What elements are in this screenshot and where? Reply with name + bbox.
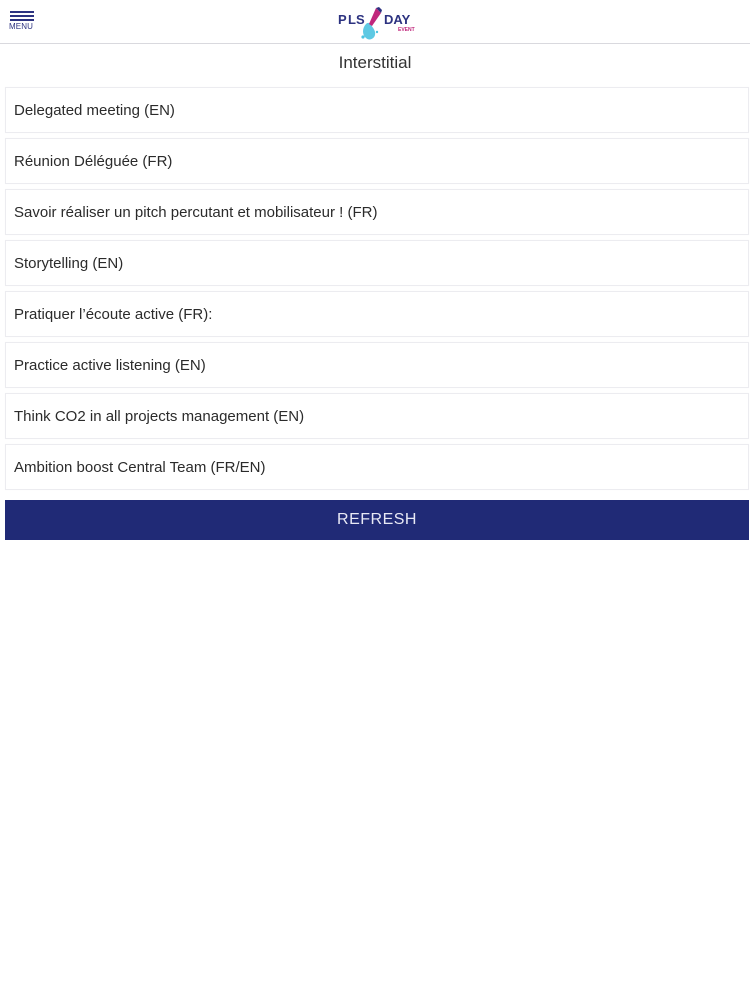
session-label: Pratiquer l’écoute active (FR):	[14, 305, 213, 323]
svg-text:DAY: DAY	[384, 12, 411, 27]
session-list: Delegated meeting (EN) Réunion Déléguée …	[5, 87, 749, 495]
session-label: Storytelling (EN)	[14, 254, 124, 272]
top-bar: MENU P LS DAY EVENT	[0, 0, 750, 44]
list-item[interactable]: Savoir réaliser un pitch percutant et mo…	[5, 189, 749, 235]
session-label: Ambition boost Central Team (FR/EN)	[14, 458, 266, 476]
list-item[interactable]: Delegated meeting (EN)	[5, 87, 749, 133]
session-label: Savoir réaliser un pitch percutant et mo…	[14, 203, 378, 221]
menu-button[interactable]: MENU	[9, 10, 37, 34]
session-label: Réunion Déléguée (FR)	[14, 152, 173, 170]
menu-label: MENU	[9, 22, 33, 31]
list-item[interactable]: Practice active listening (EN)	[5, 342, 749, 388]
hamburger-icon	[10, 11, 34, 22]
pilsday-logo: P LS DAY EVENT	[338, 7, 415, 40]
session-label: Delegated meeting (EN)	[14, 101, 175, 119]
session-label: Think CO2 in all projects management (EN…	[14, 407, 305, 425]
list-item[interactable]: Storytelling (EN)	[5, 240, 749, 286]
refresh-button[interactable]: REFRESH	[5, 500, 749, 540]
svg-text:EVENT: EVENT	[398, 27, 415, 33]
svg-text:LS: LS	[348, 12, 365, 27]
list-item[interactable]: Ambition boost Central Team (FR/EN)	[5, 444, 749, 490]
page-title: Interstitial	[338, 53, 412, 72]
list-item[interactable]: Think CO2 in all projects management (EN…	[5, 393, 749, 439]
list-item[interactable]: Pratiquer l’écoute active (FR):	[5, 291, 749, 337]
svg-text:P: P	[338, 12, 347, 27]
session-label: Practice active listening (EN)	[14, 356, 206, 374]
list-item[interactable]: Réunion Déléguée (FR)	[5, 138, 749, 184]
